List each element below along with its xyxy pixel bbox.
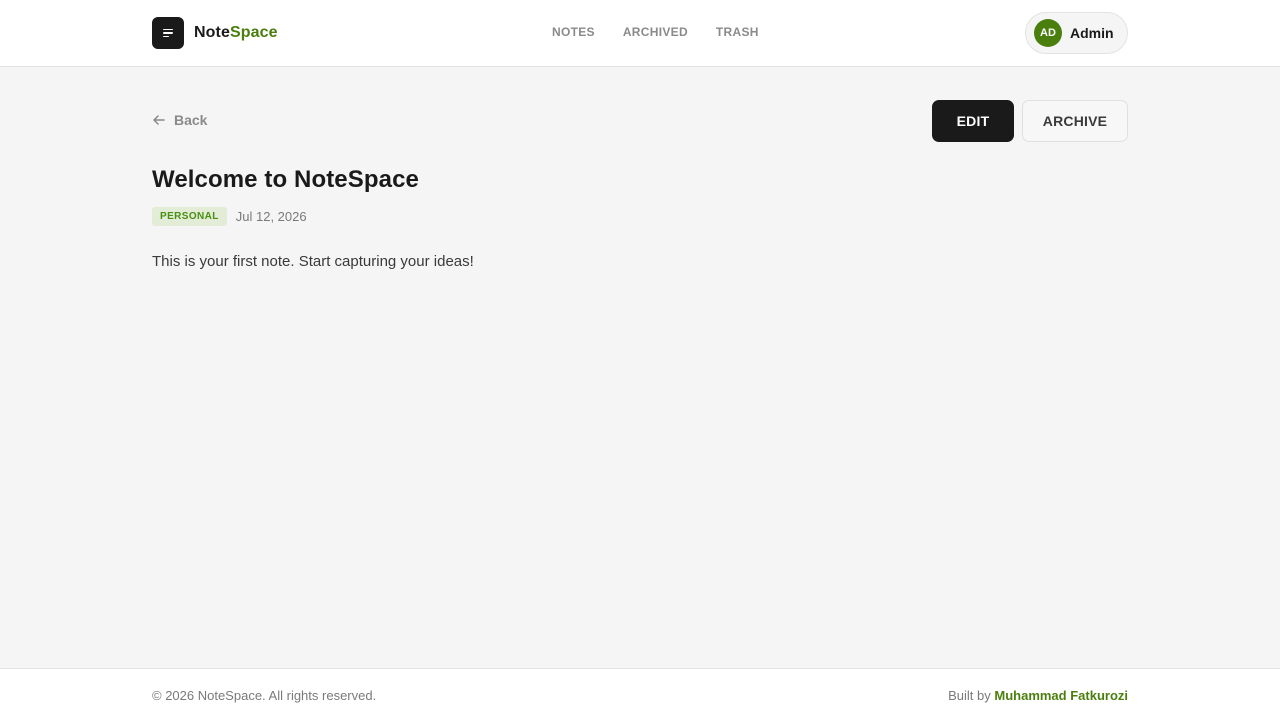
user-name: Admin [1070,25,1114,41]
copyright-text: © 2026 NoteSpace. All rights reserved. [152,688,377,703]
brand-name-part2: Space [229,24,278,41]
built-by-prefix: Built by [948,688,991,703]
user-menu-button[interactable]: AD Admin [1025,12,1128,54]
brand-name: NoteSpace [194,24,278,42]
category-badge: PERSONAL [152,207,227,226]
page-footer: © 2026 NoteSpace. All rights reserved. B… [0,668,1280,720]
main-nav: NOTES ARCHIVED TRASH [552,25,759,39]
author-link[interactable]: Muhammad Fatkurozi [994,688,1128,703]
top-header: NoteSpace NOTES ARCHIVED TRASH AD Admin [0,0,1280,67]
nav-notes[interactable]: NOTES [552,25,595,39]
back-link[interactable]: Back [152,111,207,129]
edit-button[interactable]: EDIT [932,100,1014,142]
built-by: Built by Muhammad Fatkurozi [948,688,1128,703]
note-title: Welcome to NoteSpace [152,166,419,193]
note-body: This is your first note. Start capturing… [152,253,474,270]
brand-name-part1: Note [194,24,230,41]
back-label: Back [174,112,208,128]
arrow-left-icon [153,115,165,125]
archive-button[interactable]: ARCHIVE [1022,100,1128,142]
note-lines-icon [152,17,184,49]
avatar: AD [1034,19,1062,47]
nav-trash[interactable]: TRASH [716,25,759,39]
note-meta: PERSONAL Jul 12, 2026 [152,207,307,226]
note-date: Jul 12, 2026 [235,209,307,224]
nav-archived[interactable]: ARCHIVED [623,25,688,39]
brand-logo[interactable]: NoteSpace [152,17,278,49]
